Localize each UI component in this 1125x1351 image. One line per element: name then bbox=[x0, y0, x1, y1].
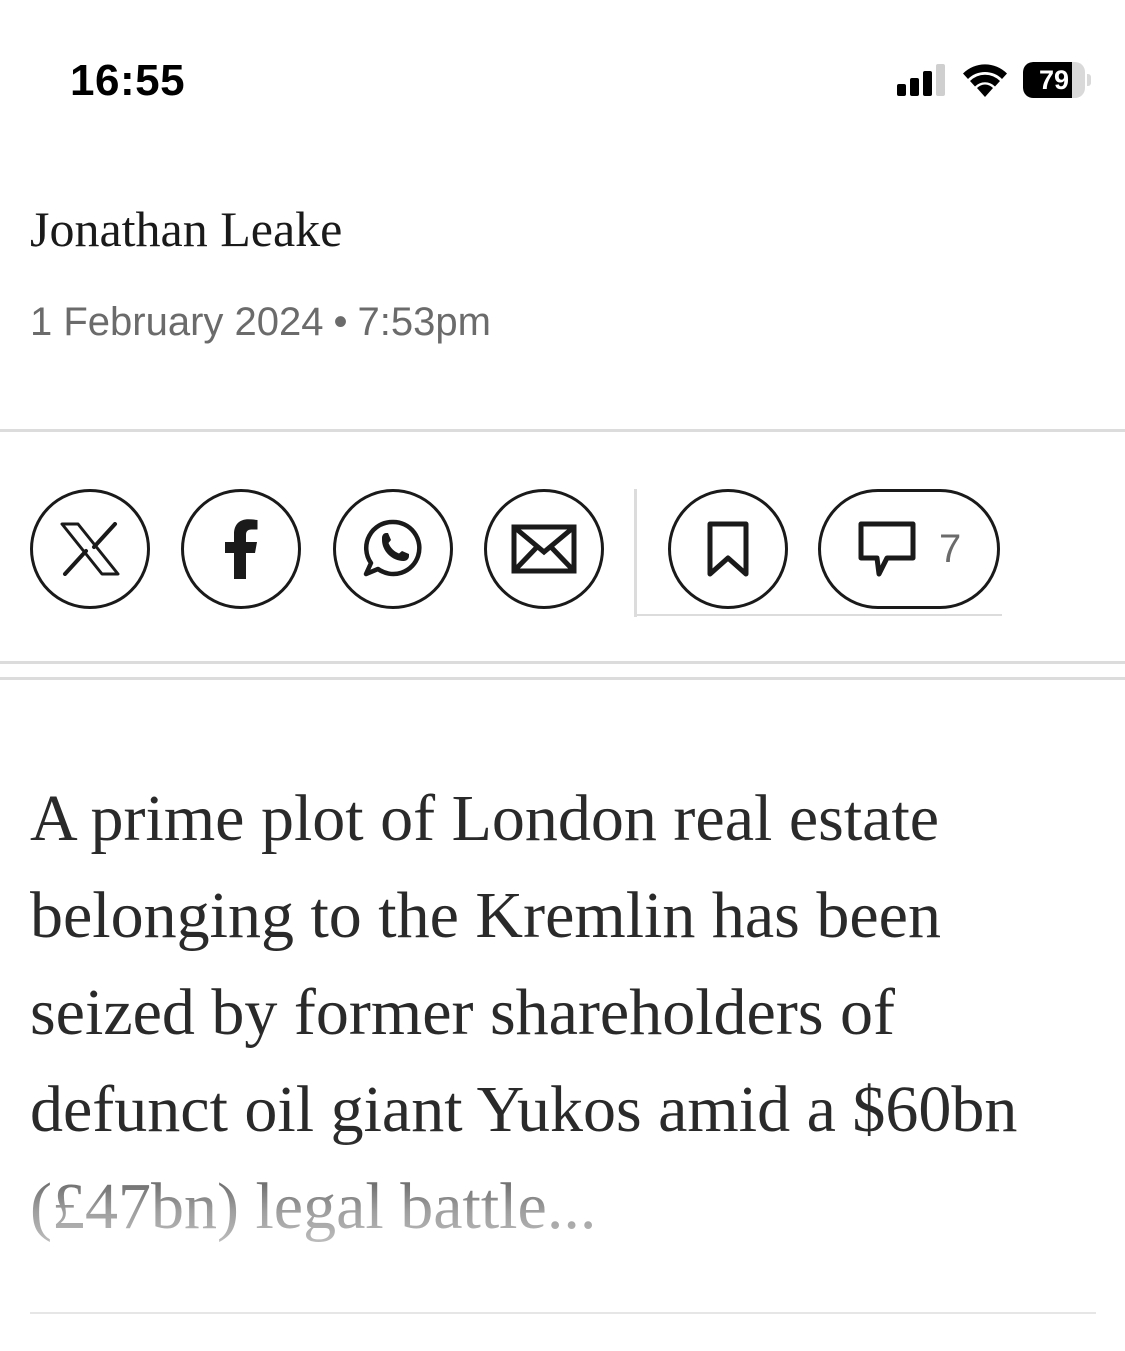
publish-time: 7:53pm bbox=[357, 300, 491, 344]
speech-bubble-icon bbox=[858, 521, 916, 577]
battery-icon: 79 bbox=[1023, 62, 1091, 98]
publish-date: 1 February 2024 bbox=[30, 300, 324, 344]
whatsapp-icon bbox=[363, 519, 422, 577]
x-logo-icon bbox=[60, 522, 120, 576]
envelope-icon bbox=[511, 524, 577, 574]
facebook-icon bbox=[225, 519, 258, 579]
share-divider-top bbox=[0, 661, 1125, 664]
wifi-icon bbox=[963, 64, 1007, 97]
facebook-share-button[interactable] bbox=[181, 489, 301, 609]
author-name[interactable]: Jonathan Leake bbox=[30, 200, 342, 258]
cellular-signal-icon bbox=[897, 64, 945, 96]
content-bottom-divider bbox=[30, 1312, 1096, 1314]
comment-count: 7 bbox=[939, 526, 962, 571]
status-indicators: 79 bbox=[897, 62, 1091, 98]
whatsapp-share-button[interactable] bbox=[333, 489, 453, 609]
status-time: 16:55 bbox=[70, 56, 186, 105]
article-page: 16:55 79 Jonathan Leake 1 February 2024 •… bbox=[0, 0, 1125, 1351]
email-share-button[interactable] bbox=[484, 489, 604, 609]
bookmark-icon bbox=[707, 521, 749, 577]
share-divider-bottom bbox=[0, 677, 1125, 680]
bookmark-button[interactable] bbox=[668, 489, 788, 609]
publish-dateline: 1 February 2024 • 7:53pm bbox=[30, 300, 491, 345]
comments-button[interactable]: 7 bbox=[818, 489, 1000, 609]
header-divider bbox=[0, 429, 1125, 432]
x-share-button[interactable] bbox=[30, 489, 150, 609]
date-separator: • bbox=[333, 300, 348, 344]
battery-level: 79 bbox=[1038, 65, 1070, 95]
share-group-underline bbox=[634, 614, 1002, 616]
share-group-divider bbox=[634, 489, 637, 617]
article-standfirst: A prime plot of London real estate belon… bbox=[30, 782, 1018, 1243]
